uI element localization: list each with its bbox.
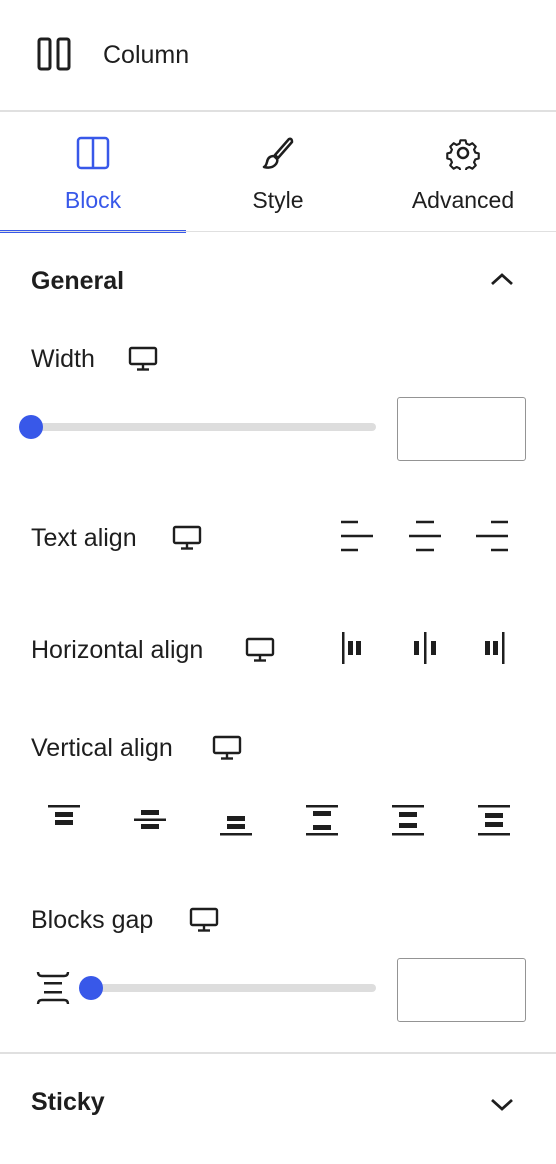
align-left-button[interactable] (336, 516, 376, 556)
block-icon (76, 136, 110, 170)
vertical-align-label: Vertical align (31, 734, 173, 762)
tab-style-label: Style (252, 187, 304, 213)
valign-center-icon (134, 810, 166, 829)
tab-bar: Block Style Advanced (0, 112, 556, 232)
justify-center-button[interactable] (405, 628, 445, 668)
valign-space-between-icon (306, 805, 338, 836)
blocks-gap-input[interactable] (397, 958, 526, 1022)
general-panel-toggle[interactable]: General (0, 250, 556, 310)
chevron-down-icon (488, 1090, 516, 1118)
justify-center-icon (414, 632, 436, 664)
horizontal-align-label: Horizontal align (31, 636, 204, 664)
tab-advanced[interactable]: Advanced (370, 112, 556, 232)
align-right-button[interactable] (473, 516, 513, 556)
justify-end-button[interactable] (474, 628, 514, 668)
desktop-icon[interactable] (128, 346, 158, 372)
tab-block-label: Block (64, 187, 122, 213)
width-input[interactable] (397, 397, 526, 461)
blocks-gap-slider-track[interactable] (80, 984, 376, 992)
chevron-up-icon (488, 266, 516, 294)
justify-start-button[interactable] (332, 628, 372, 668)
divider (0, 231, 556, 232)
tab-advanced-label: Advanced (411, 187, 515, 213)
justify-end-icon (485, 632, 505, 664)
block-card-header: Column (0, 0, 556, 110)
valign-bottom-icon (220, 816, 252, 836)
align-left-icon (341, 520, 373, 552)
tab-style[interactable]: Style (185, 112, 371, 232)
general-panel-title: General (31, 267, 125, 295)
block-title: Column (103, 41, 190, 69)
tab-block[interactable]: Block (0, 112, 186, 232)
blocks-gap-slider-thumb[interactable] (79, 976, 103, 1000)
blocks-gap-label: Blocks gap (31, 906, 154, 934)
valign-space-around-button[interactable] (388, 800, 428, 840)
valign-center-button[interactable] (130, 800, 170, 840)
align-center-icon (409, 520, 441, 552)
valign-top-button[interactable] (44, 800, 84, 840)
sticky-panel-toggle[interactable]: Sticky (0, 1056, 556, 1156)
desktop-icon[interactable] (212, 735, 242, 761)
width-slider-track[interactable] (20, 423, 376, 431)
valign-top-icon (48, 805, 80, 825)
columns-icon (36, 36, 72, 72)
width-slider-thumb[interactable] (19, 415, 43, 439)
sticky-panel-title: Sticky (31, 1088, 105, 1116)
width-label: Width (31, 345, 95, 373)
align-right-icon (476, 520, 508, 552)
text-align-label: Text align (31, 524, 137, 552)
justify-start-icon (342, 632, 361, 664)
valign-space-between-button[interactable] (302, 800, 342, 840)
desktop-icon[interactable] (172, 525, 202, 551)
desktop-icon[interactable] (245, 637, 275, 663)
valign-space-evenly-icon (478, 805, 510, 836)
align-center-button[interactable] (405, 516, 445, 556)
row-gap-icon (36, 970, 72, 1006)
brush-icon (261, 136, 295, 170)
valign-space-evenly-button[interactable] (474, 800, 514, 840)
gear-icon (446, 136, 480, 170)
valign-bottom-button[interactable] (216, 800, 256, 840)
desktop-icon[interactable] (189, 907, 219, 933)
divider (0, 1052, 556, 1054)
valign-space-around-icon (392, 805, 424, 836)
